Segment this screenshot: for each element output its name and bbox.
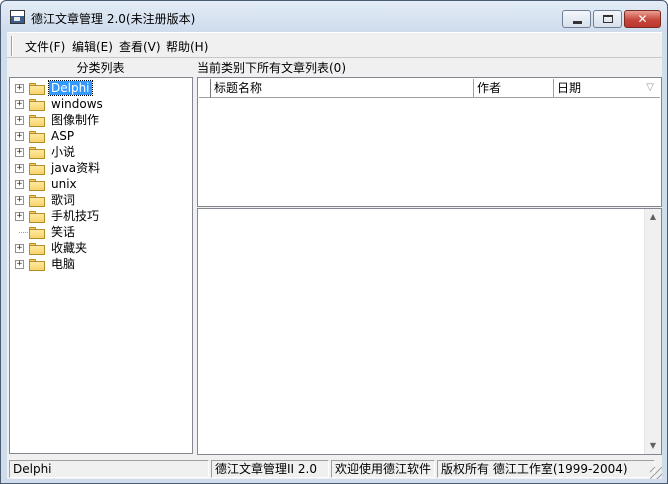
tree-item-label[interactable]: 笑话	[49, 225, 77, 239]
menu-view[interactable]: 查看(V)	[119, 38, 161, 55]
tree-item[interactable]: 笑话	[10, 224, 190, 240]
toolbar-grip[interactable]	[11, 36, 13, 56]
folder-icon	[29, 211, 45, 223]
tree-item[interactable]: + 手机技巧	[10, 208, 190, 224]
column-date-label: 日期	[557, 81, 582, 95]
folder-icon	[29, 179, 45, 191]
tree-item[interactable]: + 收藏夹	[10, 240, 190, 256]
maximize-button[interactable]	[593, 10, 622, 28]
window-title: 德江文章管理 2.0(未注册版本)	[31, 12, 196, 26]
folder-icon	[29, 227, 45, 239]
tree-item-label[interactable]: 小说	[49, 145, 77, 159]
folder-icon	[29, 163, 45, 175]
expand-icon[interactable]: +	[15, 180, 24, 189]
menu-file[interactable]: 文件(F)	[25, 38, 65, 55]
status-app-name: 德江文章管理II 2.0	[211, 460, 329, 478]
folder-icon	[29, 131, 45, 143]
expand-icon[interactable]: +	[15, 116, 24, 125]
folder-icon	[29, 83, 45, 95]
column-header-title[interactable]: 标题名称	[211, 79, 474, 98]
expand-icon[interactable]: +	[15, 164, 24, 173]
folder-icon	[29, 147, 45, 159]
folder-icon	[29, 259, 45, 271]
folder-icon	[29, 195, 45, 207]
tree-item[interactable]: + ASP	[10, 128, 190, 144]
tree-item[interactable]: + 歌词	[10, 192, 190, 208]
tree-item-label[interactable]: 歌词	[49, 193, 77, 207]
tree-item[interactable]: + windows	[10, 96, 190, 112]
tree-connector	[19, 232, 28, 233]
column-header-date[interactable]: 日期 ▽	[554, 79, 660, 98]
column-title-label: 标题名称	[214, 81, 263, 95]
app-icon[interactable]	[10, 10, 25, 24]
folder-icon	[29, 99, 45, 111]
sort-arrow-icon: ▽	[646, 82, 654, 93]
close-button[interactable]: ✕	[624, 10, 661, 28]
tree-item[interactable]: + 电脑	[10, 256, 190, 272]
expand-icon[interactable]: +	[15, 132, 24, 141]
expand-icon[interactable]: +	[15, 260, 24, 269]
tree-item[interactable]: + java资料	[10, 160, 190, 176]
category-tree[interactable]: + Delphi + windows + 图像制作 + ASP + 小说 + java资料 + unix +…	[9, 77, 193, 454]
expand-icon[interactable]: +	[15, 244, 24, 253]
folder-icon	[29, 115, 45, 127]
folder-icon	[29, 243, 45, 255]
title-bar[interactable]: 德江文章管理 2.0(未注册版本) ✕	[1, 1, 667, 32]
column-author-label: 作者	[477, 81, 502, 95]
tree-item[interactable]: + 图像制作	[10, 112, 190, 128]
tree-item-label[interactable]: 手机技巧	[49, 209, 101, 223]
expand-icon[interactable]: +	[15, 196, 24, 205]
scroll-up-icon[interactable]: ▲	[645, 209, 661, 225]
minimize-button[interactable]	[562, 10, 591, 28]
article-list-header: 当前类别下所有文章列表(0)	[197, 61, 346, 75]
tree-item[interactable]: + Delphi	[10, 80, 190, 96]
expand-icon[interactable]: +	[15, 84, 24, 93]
tree-item[interactable]: + unix	[10, 176, 190, 192]
status-bar: Delphi 德江文章管理II 2.0 欢迎使用德江软件 版权所有 德江工作室(…	[7, 459, 662, 479]
tree-item-label[interactable]: java资料	[49, 161, 102, 175]
minimize-icon	[573, 21, 582, 24]
category-list-header: 分类列表	[76, 61, 125, 75]
tree-item-label[interactable]: 图像制作	[49, 113, 101, 127]
expand-icon[interactable]: +	[15, 212, 24, 221]
menu-bar: 文件(F) 编辑(E) 查看(V) 帮助(H)	[7, 32, 662, 58]
tree-item[interactable]: + 小说	[10, 144, 190, 160]
menu-help[interactable]: 帮助(H)	[166, 38, 208, 55]
menu-edit[interactable]: 编辑(E)	[72, 38, 113, 55]
status-welcome: 欢迎使用德江软件	[331, 460, 435, 478]
article-content-pane[interactable]: ▲ ▼	[197, 208, 662, 455]
status-copyright: 版权所有 德江工作室(1999-2004)	[437, 460, 655, 478]
client-area: 文件(F) 编辑(E) 查看(V) 帮助(H) 分类列表 + Delphi + win…	[7, 32, 662, 479]
scroll-down-icon[interactable]: ▼	[645, 438, 661, 454]
expand-icon[interactable]: +	[15, 148, 24, 157]
article-list[interactable]: 标题名称 作者 日期 ▽	[197, 77, 662, 207]
column-header-selector[interactable]	[199, 79, 211, 98]
resize-grip[interactable]	[650, 467, 662, 479]
close-icon: ✕	[637, 12, 648, 26]
tree-item-label[interactable]: ASP	[49, 129, 76, 143]
tree-item-label[interactable]: Delphi	[48, 80, 93, 96]
maximize-icon	[603, 15, 613, 23]
expand-icon[interactable]: +	[15, 100, 24, 109]
tree-item-label[interactable]: 电脑	[49, 257, 77, 271]
status-current-category: Delphi	[9, 460, 209, 478]
tree-item-label[interactable]: 收藏夹	[49, 241, 89, 255]
tree-item-label[interactable]: unix	[49, 177, 79, 191]
app-window: 德江文章管理 2.0(未注册版本) ✕ 文件(F) 编辑(E) 查看(V) 帮助…	[0, 0, 668, 484]
vertical-scrollbar[interactable]: ▲ ▼	[644, 209, 661, 454]
column-header-author[interactable]: 作者	[474, 79, 554, 98]
tree-item-label[interactable]: windows	[49, 97, 105, 111]
